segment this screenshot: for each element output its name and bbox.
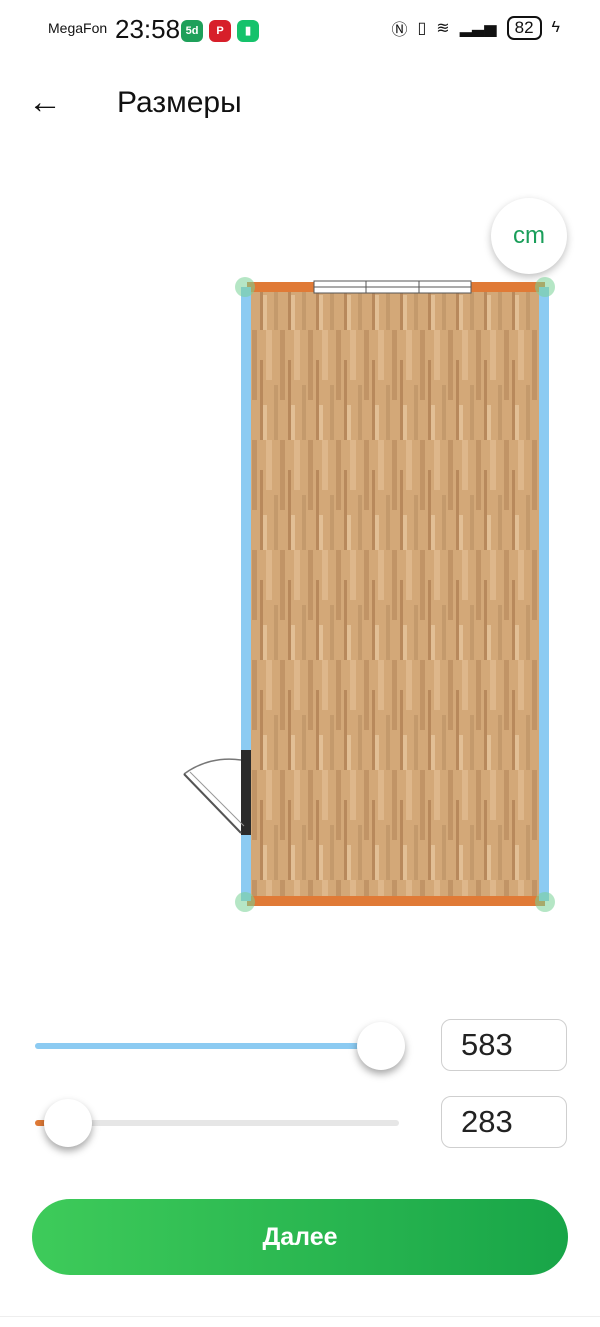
window[interactable] [313,280,472,294]
corner-handle-br [535,892,555,912]
corner-handle-tr [535,277,555,297]
next-button-label: Далее [262,1223,338,1251]
length-slider-fill [35,1043,381,1049]
corner-handle-tl [235,277,255,297]
width-slider-thumb[interactable] [43,1099,92,1147]
next-button[interactable]: Далее [32,1199,568,1275]
length-slider-track[interactable] [35,1043,399,1049]
wall-right[interactable] [539,287,549,901]
room-floor [247,287,545,901]
width-value: 283 [461,1104,513,1139]
width-value-field[interactable]: 283 [441,1096,567,1148]
nav-divider [0,1316,600,1317]
length-slider-thumb[interactable] [356,1022,405,1070]
wall-bottom[interactable] [247,896,545,906]
corner-handle-bl [235,892,255,912]
length-value-field[interactable]: 583 [441,1019,567,1071]
door[interactable] [183,750,251,835]
length-value: 583 [461,1027,513,1062]
